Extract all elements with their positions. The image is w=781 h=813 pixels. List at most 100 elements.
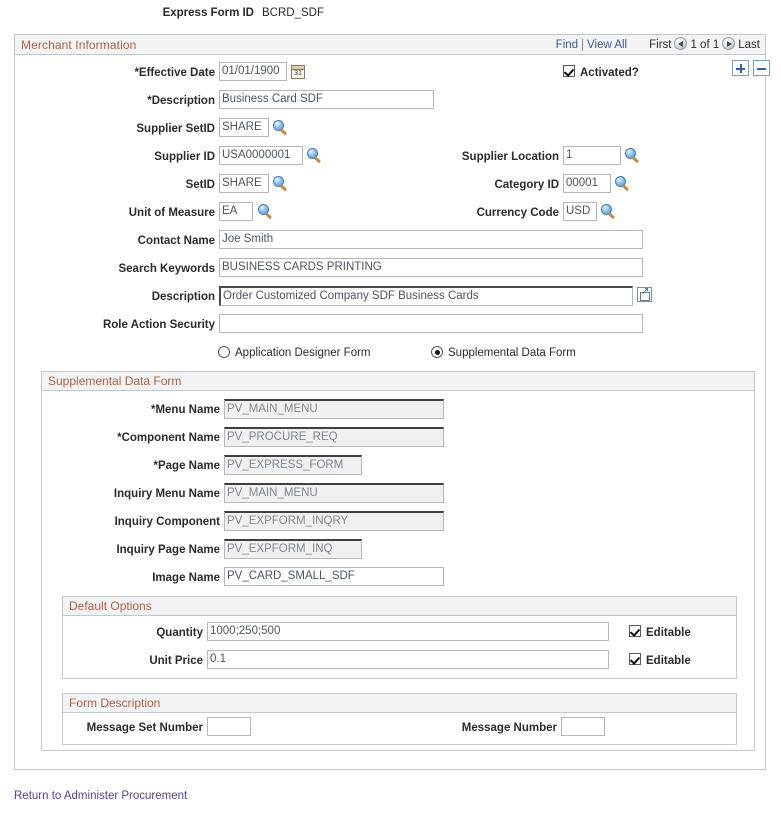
inquiry-menu-name-input[interactable]: PV_MAIN_MENU	[224, 483, 444, 503]
long-description-row: Description Order Customized Company SDF…	[15, 286, 767, 308]
express-form-id-label: Express Form ID	[0, 4, 254, 22]
menu-name-label: *Menu Name	[42, 399, 220, 421]
supplier-id-row: Supplier ID USA0000001 Supplier Location…	[15, 146, 767, 168]
unit-of-measure-lookup-icon[interactable]	[258, 204, 273, 219]
unit-of-measure-label: Unit of Measure	[35, 202, 215, 224]
unit-of-measure-row: Unit of Measure EA Currency Code USD	[15, 202, 767, 224]
image-name-input[interactable]: PV_CARD_SMALL_SDF	[224, 567, 444, 586]
supplier-location-label: Supplier Location	[395, 146, 559, 168]
supplier-location-lookup-icon[interactable]	[625, 148, 640, 163]
currency-code-input[interactable]: USD	[563, 202, 597, 221]
inquiry-component-label: Inquiry Component	[42, 511, 220, 533]
menu-name-row: *Menu Name PV_MAIN_MENU	[42, 399, 756, 421]
nav-separator: |	[581, 39, 584, 51]
page-name-input[interactable]: PV_EXPRESS_FORM	[224, 455, 362, 475]
component-name-label: *Component Name	[42, 427, 220, 449]
radio-supplemental-data-form-label: Supplemental Data Form	[448, 342, 576, 364]
long-description-input[interactable]: Order Customized Company SDF Business Ca…	[219, 286, 633, 306]
setid-lookup-icon[interactable]	[273, 176, 288, 191]
component-name-row: *Component Name PV_PROCURE_REQ	[42, 427, 756, 449]
last-label[interactable]: Last	[738, 39, 760, 51]
inquiry-menu-name-row: Inquiry Menu Name PV_MAIN_MENU	[42, 483, 756, 505]
magnifier-handle	[314, 156, 321, 163]
activated-label: Activated?	[580, 62, 639, 84]
unit-of-measure-input[interactable]: EA	[219, 202, 253, 221]
supplier-id-lookup-icon[interactable]	[307, 148, 322, 163]
previous-page-icon[interactable]	[674, 37, 687, 50]
currency-code-lookup-icon[interactable]	[601, 204, 616, 219]
quantity-label: Quantity	[63, 622, 203, 644]
merchant-information-group: Merchant Information Find|View All First 1…	[14, 34, 766, 770]
category-id-label: Category ID	[395, 174, 559, 196]
default-options-header: Default Options	[63, 597, 736, 616]
quantity-editable-checkbox[interactable]	[629, 625, 641, 637]
inquiry-page-name-row: Inquiry Page Name PV_EXPFORM_INQ	[42, 539, 756, 561]
category-id-input[interactable]: 00001	[563, 174, 611, 193]
supplier-location-input[interactable]: 1	[563, 146, 621, 165]
unit-price-editable-checkbox[interactable]	[629, 653, 641, 665]
inquiry-page-name-input[interactable]: PV_EXPFORM_INQ	[224, 539, 362, 559]
message-number-input[interactable]	[561, 717, 605, 736]
form-description-group: Form Description Message Set Number Mess…	[62, 693, 737, 745]
default-options-title: Default Options	[69, 597, 152, 616]
radio-application-designer-form[interactable]	[218, 346, 230, 358]
unit-price-input[interactable]: 0.1	[207, 650, 609, 669]
setid-input[interactable]: SHARE	[219, 174, 269, 193]
unit-price-editable-label: Editable	[646, 650, 691, 672]
quantity-input[interactable]: 1000;250;500	[207, 622, 609, 641]
magnifier-handle	[608, 212, 615, 219]
express-form-id-value: BCRD_SDF	[262, 4, 324, 22]
supplier-setid-input[interactable]: SHARE	[219, 118, 269, 137]
role-action-security-row: Role Action Security	[15, 314, 767, 336]
supplier-id-input[interactable]: USA0000001	[219, 146, 303, 165]
calendar-day-glyph: 31	[292, 69, 304, 78]
message-set-number-input[interactable]	[207, 717, 251, 736]
image-name-row: Image Name PV_CARD_SMALL_SDF	[42, 567, 756, 589]
form-description-header: Form Description	[63, 694, 736, 713]
message-number-label: Message Number	[393, 717, 557, 739]
calendar-icon[interactable]: 31	[291, 65, 305, 79]
description-label: *Description	[35, 90, 215, 112]
expand-popup-icon[interactable]	[637, 287, 652, 302]
find-link[interactable]: Find	[556, 39, 578, 51]
setid-label: SetID	[35, 174, 215, 196]
merchant-information-header: Merchant Information Find|View AllFirst1…	[15, 35, 765, 55]
page-name-label: *Page Name	[42, 455, 220, 477]
role-action-security-input[interactable]	[219, 314, 643, 333]
radio-application-designer-form-label: Application Designer Form	[235, 342, 371, 364]
supplier-setid-label: Supplier SetID	[35, 118, 215, 140]
description-row: *Description Business Card SDF	[15, 90, 767, 112]
setid-row: SetID SHARE Category ID 00001	[15, 174, 767, 196]
return-to-administer-procurement-link[interactable]: Return to Administer Procurement	[14, 790, 187, 802]
magnifier-handle	[280, 128, 287, 135]
supplemental-data-form-title: Supplemental Data Form	[48, 372, 181, 391]
unit-price-label: Unit Price	[63, 650, 203, 672]
inquiry-menu-name-label: Inquiry Menu Name	[42, 483, 220, 505]
magnifier-handle	[632, 156, 639, 163]
effective-date-input[interactable]: 01/01/1900	[219, 62, 287, 81]
search-keywords-input[interactable]: BUSINESS CARDS PRINTING	[219, 258, 643, 277]
merchant-information-title: Merchant Information	[21, 35, 136, 55]
component-name-input[interactable]: PV_PROCURE_REQ	[224, 427, 444, 447]
role-action-security-label: Role Action Security	[35, 314, 215, 336]
supplier-setid-lookup-icon[interactable]	[273, 120, 288, 135]
page-name-row: *Page Name PV_EXPRESS_FORM	[42, 455, 756, 477]
contact-name-input[interactable]: Joe Smith	[219, 230, 643, 249]
menu-name-input[interactable]: PV_MAIN_MENU	[224, 399, 444, 419]
next-page-icon[interactable]	[722, 37, 735, 50]
magnifier-handle	[280, 184, 287, 191]
inquiry-component-row: Inquiry Component PV_EXPFORM_INQRY	[42, 511, 756, 533]
currency-code-label: Currency Code	[395, 202, 559, 224]
form-type-radio-row: Application Designer Form Supplemental D…	[15, 342, 767, 364]
long-description-label: Description	[35, 286, 215, 308]
search-keywords-row: Search Keywords BUSINESS CARDS PRINTING	[15, 258, 767, 280]
form-description-title: Form Description	[69, 694, 160, 713]
message-numbers-row: Message Set Number Message Number	[63, 717, 738, 739]
category-id-lookup-icon[interactable]	[615, 176, 630, 191]
activated-checkbox[interactable]	[563, 65, 575, 77]
description-input[interactable]: Business Card SDF	[219, 90, 434, 109]
radio-supplemental-data-form[interactable]	[431, 346, 443, 358]
view-all-link[interactable]: View All	[587, 39, 627, 51]
inquiry-component-input[interactable]: PV_EXPFORM_INQRY	[224, 511, 444, 531]
first-label[interactable]: First	[649, 39, 671, 51]
